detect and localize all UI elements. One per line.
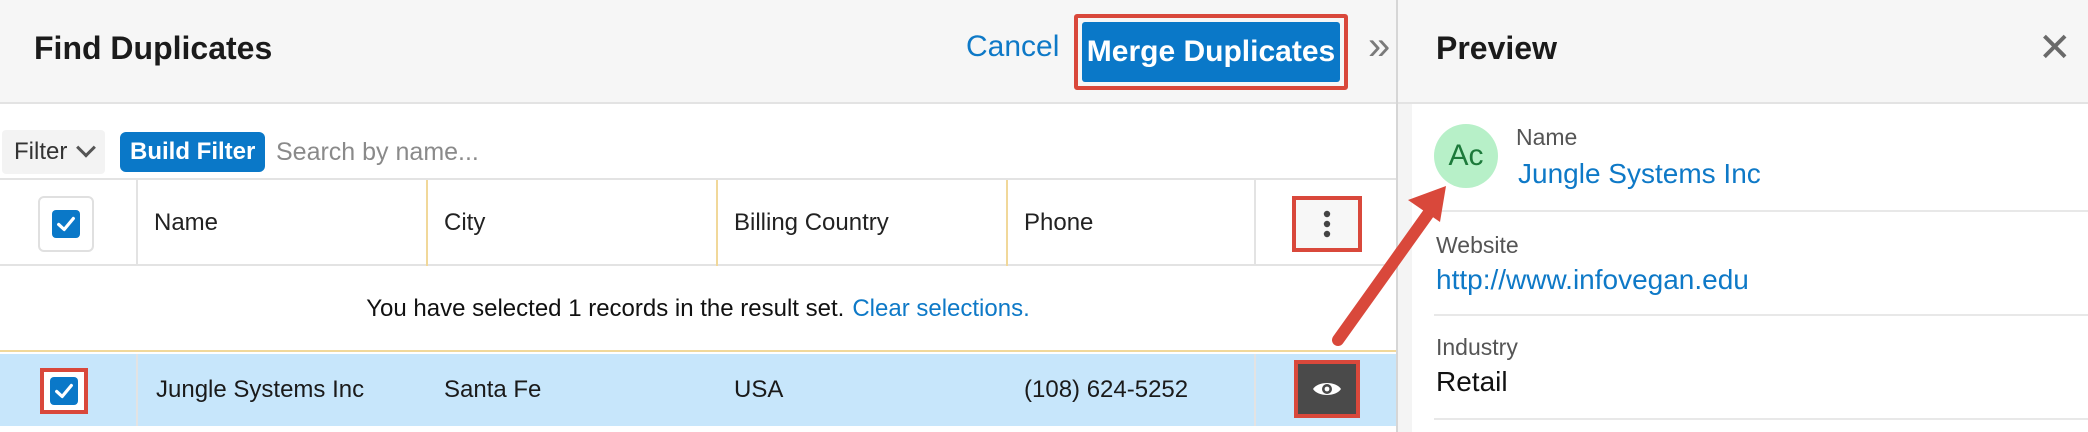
name-label: Name [1516, 124, 1578, 150]
filter-dropdown[interactable]: Filter [2, 130, 106, 174]
row-city: Santa Fe [444, 376, 542, 403]
field-divider [1434, 210, 2088, 212]
name-link[interactable]: Jungle Systems Inc [1518, 158, 1761, 190]
kebab-menu-icon [1323, 210, 1331, 238]
filter-label: Filter [14, 138, 68, 165]
preview-header: Preview ✕ [1398, 0, 2088, 104]
find-duplicates-panel: Find Duplicates Cancel Merge Duplicates … [0, 0, 1396, 432]
filter-bar: Filter Build Filter [0, 126, 1396, 180]
table-row[interactable]: Jungle Systems Inc Santa Fe USA (108) 62… [0, 354, 1396, 426]
industry-label: Industry [1436, 334, 1518, 360]
close-icon[interactable]: ✕ [2038, 28, 2072, 68]
industry-value: Retail [1436, 366, 1508, 397]
column-header-name[interactable]: Name [154, 180, 218, 266]
preview-scroll-strip [1398, 104, 1412, 432]
double-chevron-right-icon[interactable]: » [1368, 26, 1390, 66]
preview-row-button[interactable] [1294, 360, 1360, 418]
row-checkbox-wrapper[interactable] [40, 368, 88, 414]
select-all-checkbox-wrapper[interactable] [38, 196, 94, 252]
table-header: Name City Billing Country Phone [0, 180, 1396, 266]
clear-selections-link[interactable]: Clear selections. [852, 295, 1029, 323]
search-input[interactable] [276, 132, 976, 172]
column-header-phone[interactable]: Phone [1024, 180, 1093, 266]
row-billing-country: USA [734, 376, 784, 403]
build-filter-button[interactable]: Build Filter [120, 132, 266, 172]
avatar: Ac [1434, 124, 1498, 188]
row-name: Jungle Systems Inc [156, 376, 365, 403]
chevron-down-icon [76, 137, 97, 158]
select-all-checkbox[interactable] [52, 210, 80, 238]
field-divider [1434, 314, 2088, 316]
column-header-billing-country[interactable]: Billing Country [734, 180, 889, 266]
checkmark-icon [55, 383, 73, 399]
page-title: Find Duplicates [34, 30, 273, 66]
find-duplicates-header: Find Duplicates Cancel Merge Duplicates [0, 0, 1396, 104]
merge-duplicates-button[interactable]: Merge Duplicates [1082, 22, 1340, 82]
preview-title: Preview [1436, 30, 1557, 66]
row-checkbox[interactable] [50, 377, 78, 405]
eye-icon [1313, 383, 1341, 395]
cancel-button[interactable]: Cancel [966, 30, 1059, 64]
selection-notice-text: You have selected 1 records in the resul… [366, 295, 845, 322]
row-phone: (108) 624-5252 [1024, 376, 1189, 403]
column-options-button[interactable] [1292, 196, 1362, 252]
field-divider [1434, 418, 2088, 420]
selection-notice: You have selected 1 records in the resul… [0, 268, 1396, 352]
preview-panel: Preview ✕ Ac Name Jungle Systems Inc Web… [1398, 0, 2088, 432]
checkmark-icon [57, 216, 75, 232]
website-link[interactable]: http://www.infovegan.edu [1436, 264, 1749, 296]
column-header-city[interactable]: City [444, 180, 485, 266]
website-label: Website [1436, 232, 1519, 258]
